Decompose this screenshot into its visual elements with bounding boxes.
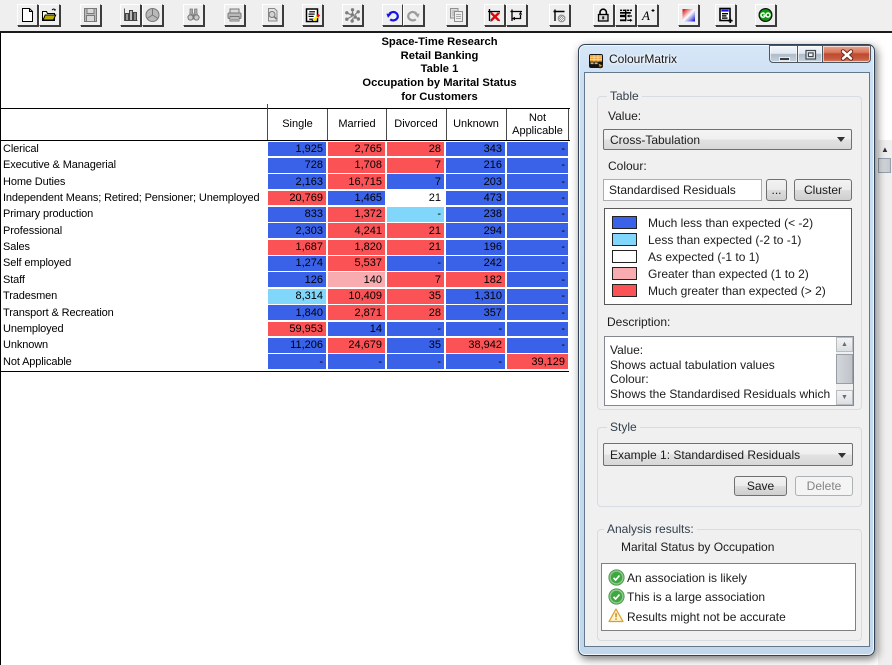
svg-text:A: A — [641, 8, 650, 23]
